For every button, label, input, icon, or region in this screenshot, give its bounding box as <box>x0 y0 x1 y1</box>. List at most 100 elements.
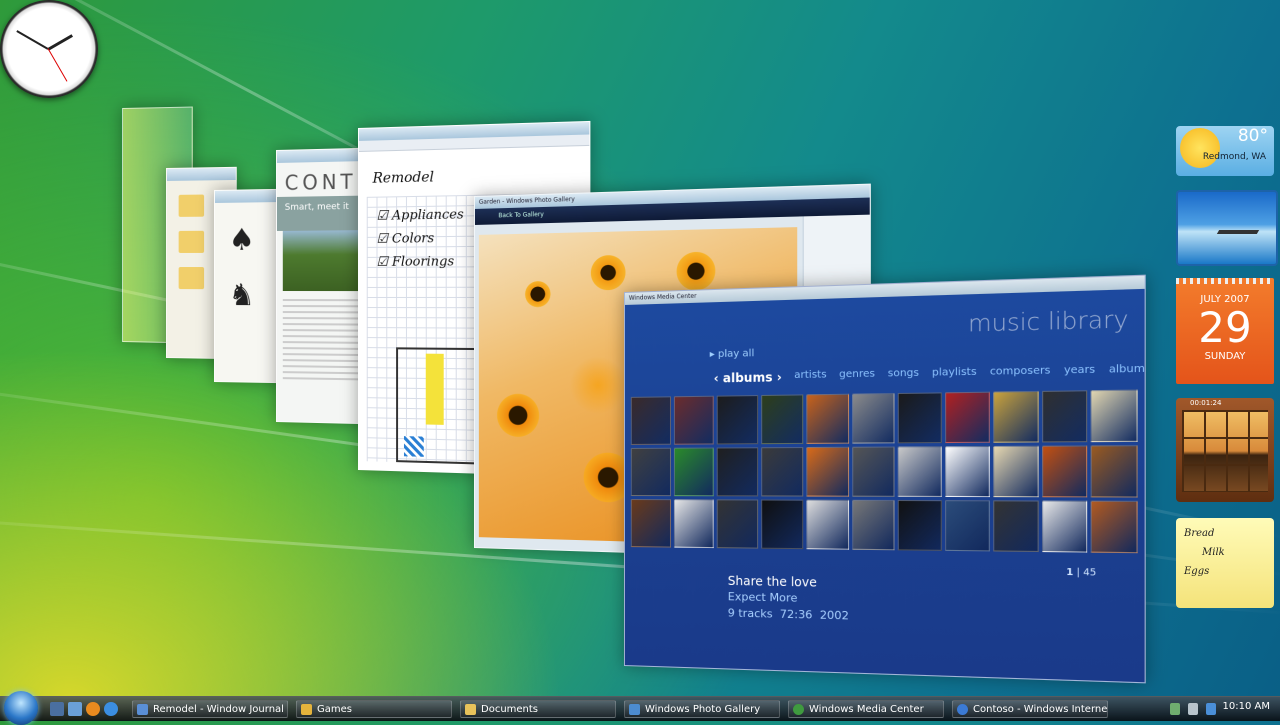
album-cover[interactable] <box>806 446 849 497</box>
album-cover[interactable] <box>1090 500 1138 554</box>
tab-albums[interactable]: ‹ albums › <box>714 370 782 386</box>
internet-explorer-icon[interactable] <box>104 702 118 716</box>
play-all-link[interactable]: ▸ play all <box>710 348 755 360</box>
album-cover[interactable] <box>945 500 990 552</box>
album-cover[interactable] <box>673 447 715 497</box>
taskbar-item-contoso[interactable]: Contoso - Windows Internet... <box>952 700 1108 718</box>
folder-icon <box>178 230 205 253</box>
calendar-gadget[interactable]: JULY 2007 29 SUNDAY <box>1176 278 1274 384</box>
album-cover[interactable] <box>673 499 715 549</box>
album-cover[interactable] <box>945 445 990 498</box>
album-cover[interactable] <box>1041 390 1088 443</box>
note-line: Eggs <box>1184 566 1210 577</box>
puzzle-image <box>1182 410 1268 492</box>
album-cover[interactable] <box>717 395 759 445</box>
album-cover[interactable] <box>673 395 715 445</box>
documents-icon <box>465 704 476 715</box>
back-to-gallery-button[interactable]: Back To Gallery <box>498 211 543 219</box>
taskbar: Remodel - Window Journal Games Documents… <box>0 691 1280 725</box>
album-cover[interactable] <box>851 393 895 444</box>
page-indicator: 1 | 45 <box>1066 567 1097 579</box>
album-cover[interactable] <box>1090 445 1138 498</box>
folder-icon <box>178 194 205 217</box>
switch-windows-icon[interactable] <box>68 702 82 716</box>
album-cover[interactable] <box>992 390 1039 443</box>
clock-hour-hand <box>47 34 73 51</box>
highlighted-room <box>425 353 444 425</box>
album-cover[interactable] <box>761 394 804 445</box>
album-cover[interactable] <box>717 499 759 549</box>
clock-second-hand <box>47 48 68 82</box>
album-cover[interactable] <box>761 499 804 550</box>
calendar-weekday: SUNDAY <box>1204 351 1246 362</box>
taskbar-item-journal[interactable]: Remodel - Window Journal <box>132 700 288 718</box>
album-cover[interactable] <box>898 499 942 551</box>
weather-temp: 80° <box>1237 126 1268 146</box>
journal-heading: Remodel <box>372 169 434 187</box>
tab-playlists[interactable]: playlists <box>932 366 977 382</box>
tab-composers[interactable]: composers <box>990 365 1051 381</box>
weather-location: Redmond, WA <box>1202 152 1266 162</box>
album-cover[interactable] <box>806 499 849 550</box>
puzzle-timer: 00:01:24 <box>1190 399 1222 407</box>
album-cover[interactable] <box>992 500 1039 553</box>
album-cover[interactable] <box>630 396 671 445</box>
window-titlebar[interactable] <box>166 167 236 181</box>
media-center-icon <box>793 704 804 715</box>
games-icon <box>301 704 312 715</box>
slideshow-gadget[interactable] <box>1176 190 1278 266</box>
note-line: Milk <box>1202 547 1225 558</box>
album-cover[interactable] <box>761 447 804 497</box>
tab-years[interactable]: years <box>1064 364 1095 380</box>
taskbar-item-media-center[interactable]: Windows Media Center <box>788 700 944 718</box>
album-cover[interactable] <box>1041 500 1088 553</box>
picture-puzzle-gadget[interactable]: 00:01:24 <box>1176 398 1274 502</box>
folder-icon <box>178 267 205 290</box>
media-player-icon[interactable] <box>86 702 100 716</box>
clock-minute-hand <box>16 30 49 50</box>
music-library-title: music library <box>968 306 1129 338</box>
album-grid <box>630 389 1138 554</box>
ie-icon <box>957 704 968 715</box>
puzzle-grid <box>1182 410 1268 492</box>
photo-gallery-icon <box>629 704 640 715</box>
tab-songs[interactable]: songs <box>888 367 919 382</box>
album-cover[interactable] <box>1090 389 1138 443</box>
taskbar-item-games[interactable]: Games <box>296 700 452 718</box>
clock-gadget[interactable] <box>0 0 98 98</box>
taskbar-item-photo-gallery[interactable]: Windows Photo Gallery <box>624 700 780 718</box>
album-cover[interactable] <box>945 391 990 444</box>
taskbar-item-documents[interactable]: Documents <box>460 700 616 718</box>
window-media-center[interactable]: Windows Media Center music library ▸ pla… <box>624 274 1146 684</box>
notes-gadget[interactable]: Bread Milk Eggs <box>1176 518 1274 608</box>
network-icon[interactable] <box>1170 703 1180 715</box>
album-cover[interactable] <box>1041 445 1088 498</box>
library-tabs: ‹ albums › artists genres songs playlist… <box>714 363 1146 386</box>
security-icon[interactable] <box>1206 703 1216 715</box>
note-line: Bread <box>1184 528 1215 539</box>
album-details: 9 tracks 72:36 2002 <box>727 606 849 623</box>
taskbar-clock[interactable]: 10:10 AM <box>1223 701 1270 712</box>
weather-gadget[interactable]: 80° Redmond, WA <box>1176 126 1274 176</box>
tab-album-artists[interactable]: album arti <box>1109 363 1146 379</box>
album-cover[interactable] <box>806 393 849 444</box>
tab-artists[interactable]: artists <box>794 369 826 384</box>
album-cover[interactable] <box>898 446 942 497</box>
album-cover[interactable] <box>630 447 671 497</box>
tab-genres[interactable]: genres <box>839 368 875 383</box>
sun-icon <box>1180 128 1220 168</box>
pier-image <box>1216 230 1260 234</box>
album-cover[interactable] <box>851 499 895 551</box>
tile-area <box>403 436 424 457</box>
show-desktop-icon[interactable] <box>50 702 64 716</box>
album-cover[interactable] <box>717 447 759 497</box>
album-cover[interactable] <box>992 445 1039 498</box>
calendar-day: 29 <box>1198 303 1252 352</box>
volume-icon[interactable] <box>1188 703 1198 715</box>
album-cover[interactable] <box>630 499 671 548</box>
album-info: Share the love Expect More 9 tracks 72:3… <box>728 573 849 625</box>
journal-icon <box>137 704 148 715</box>
calendar-rings <box>1176 278 1274 284</box>
album-cover[interactable] <box>898 392 942 444</box>
album-cover[interactable] <box>851 446 895 497</box>
